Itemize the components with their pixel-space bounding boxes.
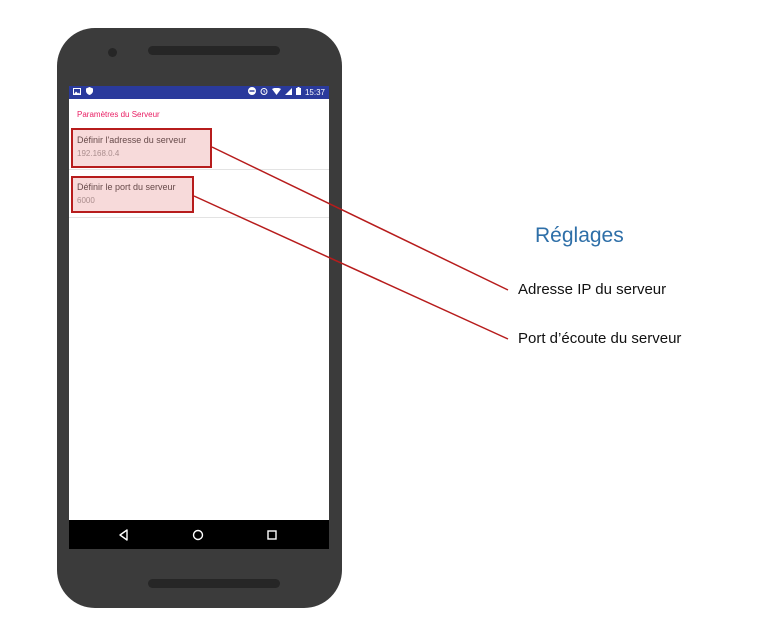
annotation-title: Réglages	[535, 224, 624, 247]
annotation-leader-lines	[193, 146, 509, 340]
annotation-label-address: Adresse IP du serveur	[518, 281, 667, 298]
address-leader-line	[211, 146, 509, 291]
annotation-label-port: Port d’écoute du serveur	[518, 330, 682, 347]
